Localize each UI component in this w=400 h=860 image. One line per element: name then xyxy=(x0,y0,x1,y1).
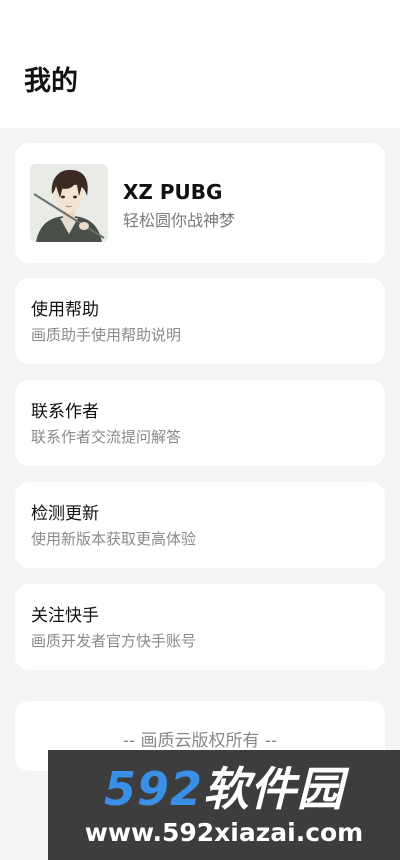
menu-item-help[interactable]: 使用帮助 画质助手使用帮助说明 xyxy=(15,278,385,364)
menu-item-subtitle: 联系作者交流提问解答 xyxy=(31,428,182,446)
watermark-banner: 592软件园 www.592xiazai.com xyxy=(48,750,400,860)
menu-item-subtitle: 画质开发者官方快手账号 xyxy=(31,632,197,650)
avatar xyxy=(30,164,108,242)
avatar-illustration-icon xyxy=(30,164,108,242)
watermark-logo: 592软件园 xyxy=(48,760,400,818)
menu-item-check-update[interactable]: 检测更新 使用新版本获取更高体验 xyxy=(15,482,385,568)
menu-item-contact-author[interactable]: 联系作者 联系作者交流提问解答 xyxy=(15,380,385,466)
menu-item-subtitle: 画质助手使用帮助说明 xyxy=(31,326,182,344)
profile-subtitle: 轻松圆你战神梦 xyxy=(123,211,236,230)
watermark-digits: 592 xyxy=(103,762,204,816)
page-title: 我的 xyxy=(24,66,78,97)
menu-item-follow-kuaishou[interactable]: 关注快手 画质开发者官方快手账号 xyxy=(15,584,385,670)
menu-item-subtitle: 使用新版本获取更高体验 xyxy=(31,530,197,548)
profile-card[interactable]: XZ PUBG 轻松圆你战神梦 xyxy=(15,143,385,263)
profile-name: XZ PUBG xyxy=(123,180,223,204)
menu-item-title: 检测更新 xyxy=(31,504,99,524)
menu-item-title: 使用帮助 xyxy=(31,300,99,320)
watermark-url: www.592xiazai.com xyxy=(84,818,364,847)
menu-item-title: 关注快手 xyxy=(31,606,99,626)
menu-item-title: 联系作者 xyxy=(31,402,99,422)
watermark-cn: 软件园 xyxy=(203,762,345,816)
header: 我的 xyxy=(0,0,400,128)
